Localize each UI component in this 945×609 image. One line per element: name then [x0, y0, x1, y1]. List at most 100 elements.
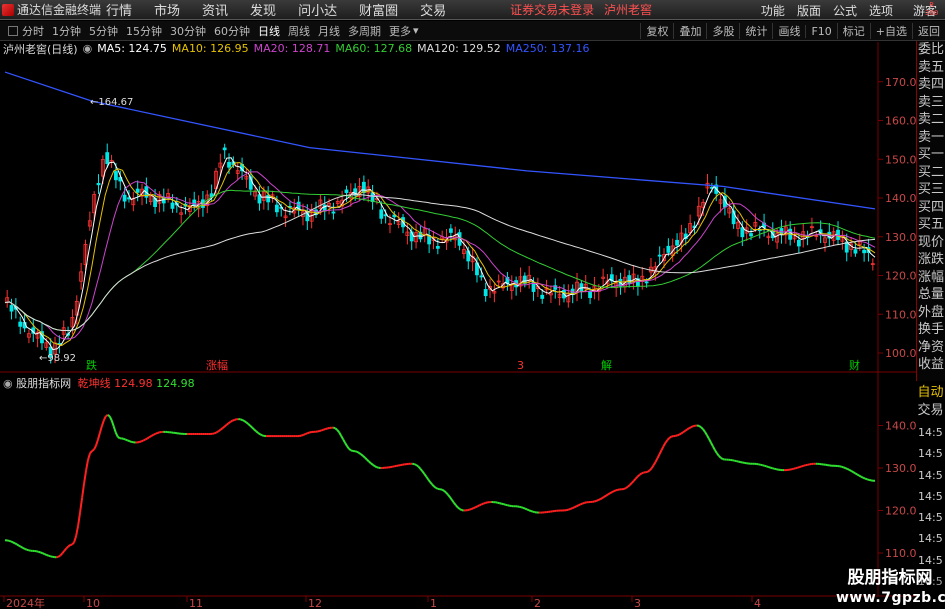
indicator-segment [615, 488, 619, 492]
indicator-segment [692, 424, 696, 428]
side-bid1: 买一 [917, 147, 944, 162]
candle-body [666, 245, 671, 253]
indicator-segment [10, 540, 14, 544]
indicator-name[interactable]: 股朋指标网 [16, 377, 71, 390]
indicator-segment [221, 425, 226, 429]
indicator-segment [223, 424, 228, 428]
indicator-segment [443, 489, 447, 494]
indicator-segment [123, 437, 126, 441]
indicator-segment [676, 433, 680, 437]
indicator-segment [107, 414, 111, 418]
indicator-segment [645, 470, 648, 474]
indicator-segment [372, 463, 376, 467]
indicator-axis-label: 140.0 [885, 420, 917, 433]
indicator-segment [417, 465, 421, 470]
indicator-segment [860, 475, 864, 479]
indicator-segment [350, 449, 354, 452]
indicator-segment [631, 480, 635, 484]
candle-body [796, 239, 801, 247]
indicator-segment [75, 525, 80, 536]
indicator-segment [57, 554, 61, 558]
trade-side-panel: 自动 交易 [916, 384, 945, 420]
indicator-segment [425, 475, 429, 480]
trade-button[interactable]: 交易 [916, 402, 945, 420]
indicator-segment [481, 502, 484, 506]
indicator-segment [675, 434, 678, 437]
indicator-segment [477, 504, 480, 508]
indicator-segment [572, 506, 575, 510]
indicator-segment [46, 553, 49, 557]
indicator-segment [688, 426, 692, 430]
indicator-segment [225, 422, 230, 426]
indicator-segment [868, 478, 872, 482]
ma60-line [4, 189, 876, 331]
indicator-segment [501, 502, 504, 506]
candle-body [274, 204, 279, 213]
indicator-segment [706, 434, 710, 440]
indicator-segment [639, 472, 643, 476]
indicator-segment [85, 459, 89, 471]
indicator-segment [633, 477, 637, 482]
indicator-segment [117, 435, 121, 440]
indicator-segment [570, 507, 573, 510]
candle-body [483, 289, 488, 297]
indicator-segment [65, 545, 70, 550]
indicator-segment [445, 491, 449, 496]
indicator-segment [841, 465, 844, 469]
ma5-line [4, 157, 876, 351]
indicator-segment [433, 485, 437, 489]
indicator-segment [698, 425, 702, 429]
indicator-segment [852, 471, 856, 475]
indicator-segment [251, 426, 255, 431]
candle-body [192, 199, 197, 206]
side-bid-ratio[interactable]: 委比 [917, 41, 945, 59]
indicator-segment [613, 489, 617, 493]
indicator-segment [708, 438, 712, 443]
date-axis-label: 12 [308, 597, 322, 609]
price-axis-label: 140.0 [885, 192, 917, 205]
indicator-segment [63, 547, 68, 552]
indicator-axis-label: 120.0 [885, 505, 917, 518]
indicator-segment [453, 501, 457, 506]
indicator-segment [249, 424, 253, 429]
price-axis-label: 120.0 [885, 270, 917, 283]
indicator-segment [848, 469, 852, 472]
indicator-segment [483, 501, 486, 505]
indicator-segment [50, 555, 53, 558]
indicator-segment [864, 477, 868, 481]
indicator-segment [61, 550, 66, 554]
indicator-toggle-icon[interactable]: ◉ [3, 377, 13, 390]
indicator-segment [368, 460, 372, 464]
side-volume: 总量 [917, 287, 944, 302]
tick-time: 14:5 [918, 468, 943, 482]
indicator-segment [862, 476, 866, 480]
date-axis-label: 10 [86, 597, 100, 609]
indicator-segment [597, 498, 601, 502]
low-price-annotation: ←98.92 [39, 353, 76, 364]
indicator-segment [595, 499, 599, 502]
indicator-segment [73, 535, 78, 543]
indicator-segment [429, 481, 433, 486]
auto-trade-button[interactable]: 自动 [916, 384, 945, 402]
candle-body [361, 181, 366, 194]
indicator-segment [668, 435, 672, 439]
indicator-segment [127, 439, 130, 443]
indicator-segment [858, 474, 862, 478]
indicator-segment [593, 499, 597, 503]
indicator-segment [36, 550, 39, 553]
candle-body [448, 228, 453, 233]
indicator-segment [582, 501, 585, 505]
trading-terminal-window: 通达信金融终端 行情 市场 资讯 发现 问小达 财富圈 交易 证券交易未登录 泸… [0, 0, 945, 609]
indicator-segment [96, 432, 101, 441]
indicator-segment [522, 506, 526, 510]
price-chart[interactable]: 170.0 160.0 150.0 140.0 130.0 120.0 110.0 100.0… [0, 0, 945, 609]
candle-body [344, 189, 349, 194]
indicator-segment [102, 415, 107, 421]
indicator-segment [532, 510, 536, 514]
indicator-segment [301, 433, 304, 437]
indicator-segment [334, 427, 338, 431]
indicator-segment [469, 507, 472, 511]
indicator-segment [795, 466, 799, 470]
indicator-segment [623, 487, 627, 490]
indicator-segment [48, 554, 51, 558]
